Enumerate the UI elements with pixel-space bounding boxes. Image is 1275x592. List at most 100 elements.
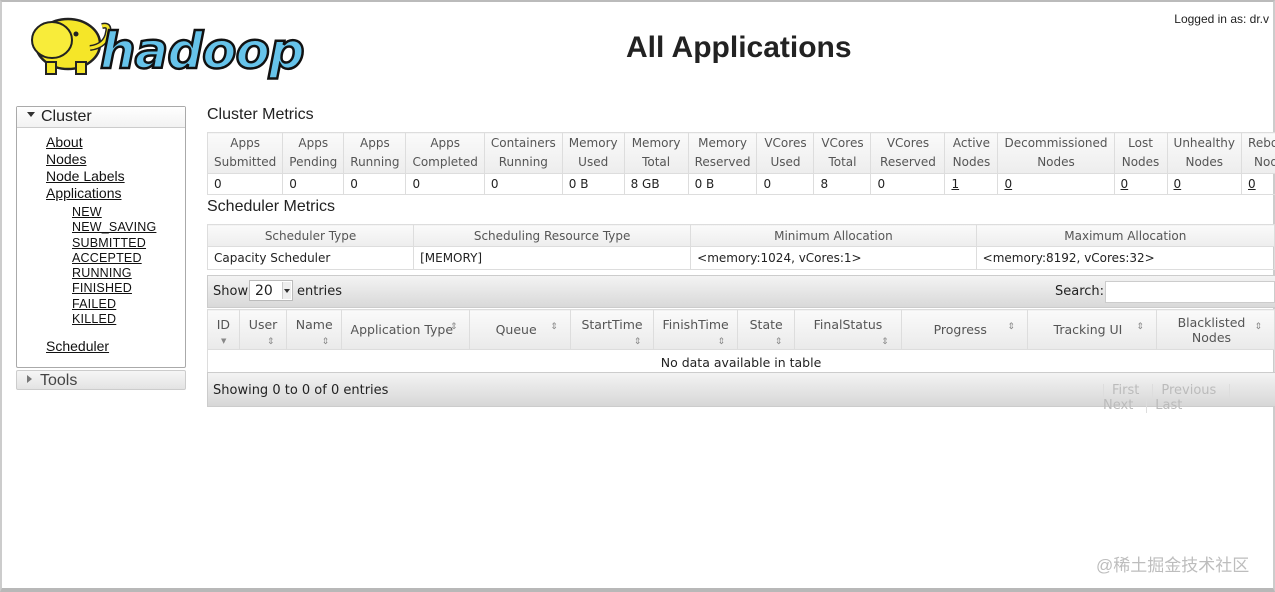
cluster-header[interactable]: Cluster [17,107,185,128]
node-labels-link[interactable]: Node Labels [46,168,125,185]
metrics-value-link[interactable]: 1 [951,177,959,191]
metrics-header: VCores Reserved [870,132,946,174]
metrics-value: 0 [1113,173,1168,195]
cluster-links: About Nodes Node Labels Applications [46,134,125,202]
column-header[interactable]: State ⇕ [737,309,796,350]
sidebar-cluster-panel: Cluster About Nodes Node Labels Applicat… [16,106,186,368]
state-link-failed[interactable]: FAILED [72,297,156,312]
metrics-value: 0 [1241,173,1275,195]
metrics-value: 0 [756,173,815,195]
column-header[interactable]: FinalStatus ⇕ [794,309,902,350]
page-size-select[interactable]: 20 [249,280,293,301]
metrics-value: 1 [944,173,999,195]
page-title: All Applications [626,31,852,64]
first-page-button[interactable]: First [1112,383,1139,398]
applications-link[interactable]: Applications [46,185,125,202]
state-link-new-saving[interactable]: NEW_SAVING [72,220,156,235]
sort-icon: ⇕ [774,337,783,347]
pager-separator [1152,383,1154,398]
last-page-button[interactable]: Last [1155,398,1182,413]
metrics-header: Apps Running [343,132,407,174]
sort-icon: ⇕ [717,337,726,347]
sort-icon: ⇕ [881,337,889,347]
column-header[interactable]: StartTime ⇕ [569,309,655,350]
sort-icon: ⇕ [1136,322,1144,332]
metrics-header: Memory Total [623,132,689,174]
dropdown-arrow-icon [282,282,291,299]
next-page-button[interactable]: Next [1103,398,1133,413]
metrics-value: 8 GB [623,173,689,195]
scheduler-link[interactable]: Scheduler [46,338,109,354]
application-state-links: NEW NEW_SAVING SUBMITTED ACCEPTED RUNNIN… [72,205,156,327]
state-link-submitted[interactable]: SUBMITTED [72,236,156,251]
column-header[interactable]: ID ▼ [207,309,240,350]
metrics-value: 0 [405,173,485,195]
metrics-value: 0 [282,173,345,195]
metrics-value-link[interactable]: 0 [1004,177,1012,191]
elephant-icon [31,17,112,75]
column-header[interactable]: User ⇕ [238,309,288,350]
metrics-header: VCores Total [813,132,872,174]
metrics-header: Apps Submitted [206,132,284,174]
column-label: Tracking UI [1053,322,1123,337]
column-label: User [248,317,278,332]
metrics-value-link[interactable]: 0 [1121,177,1129,191]
column-label: State [749,317,783,332]
metrics-value: 0 [206,173,284,195]
column-header[interactable]: FinishTime ⇕ [653,309,739,350]
search-input[interactable] [1105,281,1275,303]
state-link-running[interactable]: RUNNING [72,266,156,281]
column-header[interactable]: Name ⇕ [286,309,343,350]
tools-label: Tools [40,372,78,389]
metrics-header: RebooteNodes [1241,132,1275,174]
about-link[interactable]: About [46,134,125,151]
column-header[interactable]: Application Type ⇕ [341,309,471,350]
column-label: Blacklisted Nodes [1177,314,1246,345]
column-header[interactable]: Queue ⇕ [469,309,571,350]
nodes-link[interactable]: Nodes [46,151,125,168]
scheduler-link-wrap: Scheduler [46,338,109,354]
scheduler-metrics-table: Scheduler Type Scheduling Resource Type … [206,224,1275,270]
metrics-value-link[interactable]: 0 [1174,177,1182,191]
metrics-header: Apps Completed [405,132,485,174]
sort-icon: ⇕ [449,322,458,332]
applications-table: ID ▼ User ⇕ Name ⇕ Application Type ⇕ Queue ⇕ Star… [207,309,1275,375]
column-label: FinishTime [662,317,729,332]
column-header[interactable]: Progress ⇕ [900,309,1028,350]
previous-page-button[interactable]: Previous [1161,383,1216,398]
sched-header: Scheduler Type [206,224,415,247]
column-label: ID [216,317,231,332]
sched-header: Scheduling Resource Type [413,224,692,247]
sort-icon: ⇕ [321,337,330,347]
sched-cell: <memory:1024, vCores:1> [690,246,977,270]
state-link-finished[interactable]: FINISHED [72,281,156,296]
sort-icon: ⇕ [266,337,275,347]
pagination: First Previous Next Last [1103,383,1275,413]
pager-separator [1146,398,1148,413]
sched-header: Minimum Allocation [690,224,977,247]
state-link-new[interactable]: NEW [72,205,156,220]
state-link-accepted[interactable]: ACCEPTED [72,251,156,266]
scheduler-metrics-title: Scheduler Metrics [207,198,336,215]
metrics-header: VCores Used [756,132,815,174]
sched-cell: Capacity Scheduler [206,246,415,270]
apps-table-toolbar: Show 20 entries Search: [207,275,1275,308]
search-label: Search: [1055,284,1105,299]
metrics-value: 0 [997,173,1115,195]
column-header[interactable]: Tracking UI ⇕ [1026,309,1157,350]
metrics-header: Apps Pending [282,132,345,174]
column-label: Application Type [350,322,454,337]
tools-header[interactable]: Tools [16,370,186,390]
page-size-value: 20 [255,283,273,299]
show-label: Show [213,284,249,299]
table-info: Showing 0 to 0 of 0 entries [213,383,389,398]
state-link-killed[interactable]: KILLED [72,312,156,327]
column-label: StartTime [581,317,643,332]
metrics-value: 0 B [561,173,625,195]
metrics-header: Memory Used [561,132,625,174]
column-label: Name [295,317,333,332]
metrics-value-link[interactable]: 0 [1248,177,1256,191]
sched-cell: [MEMORY] [413,246,692,270]
metrics-value: 0 B [687,173,758,195]
column-header[interactable]: Blacklisted Nodes ⇕ [1155,309,1275,350]
